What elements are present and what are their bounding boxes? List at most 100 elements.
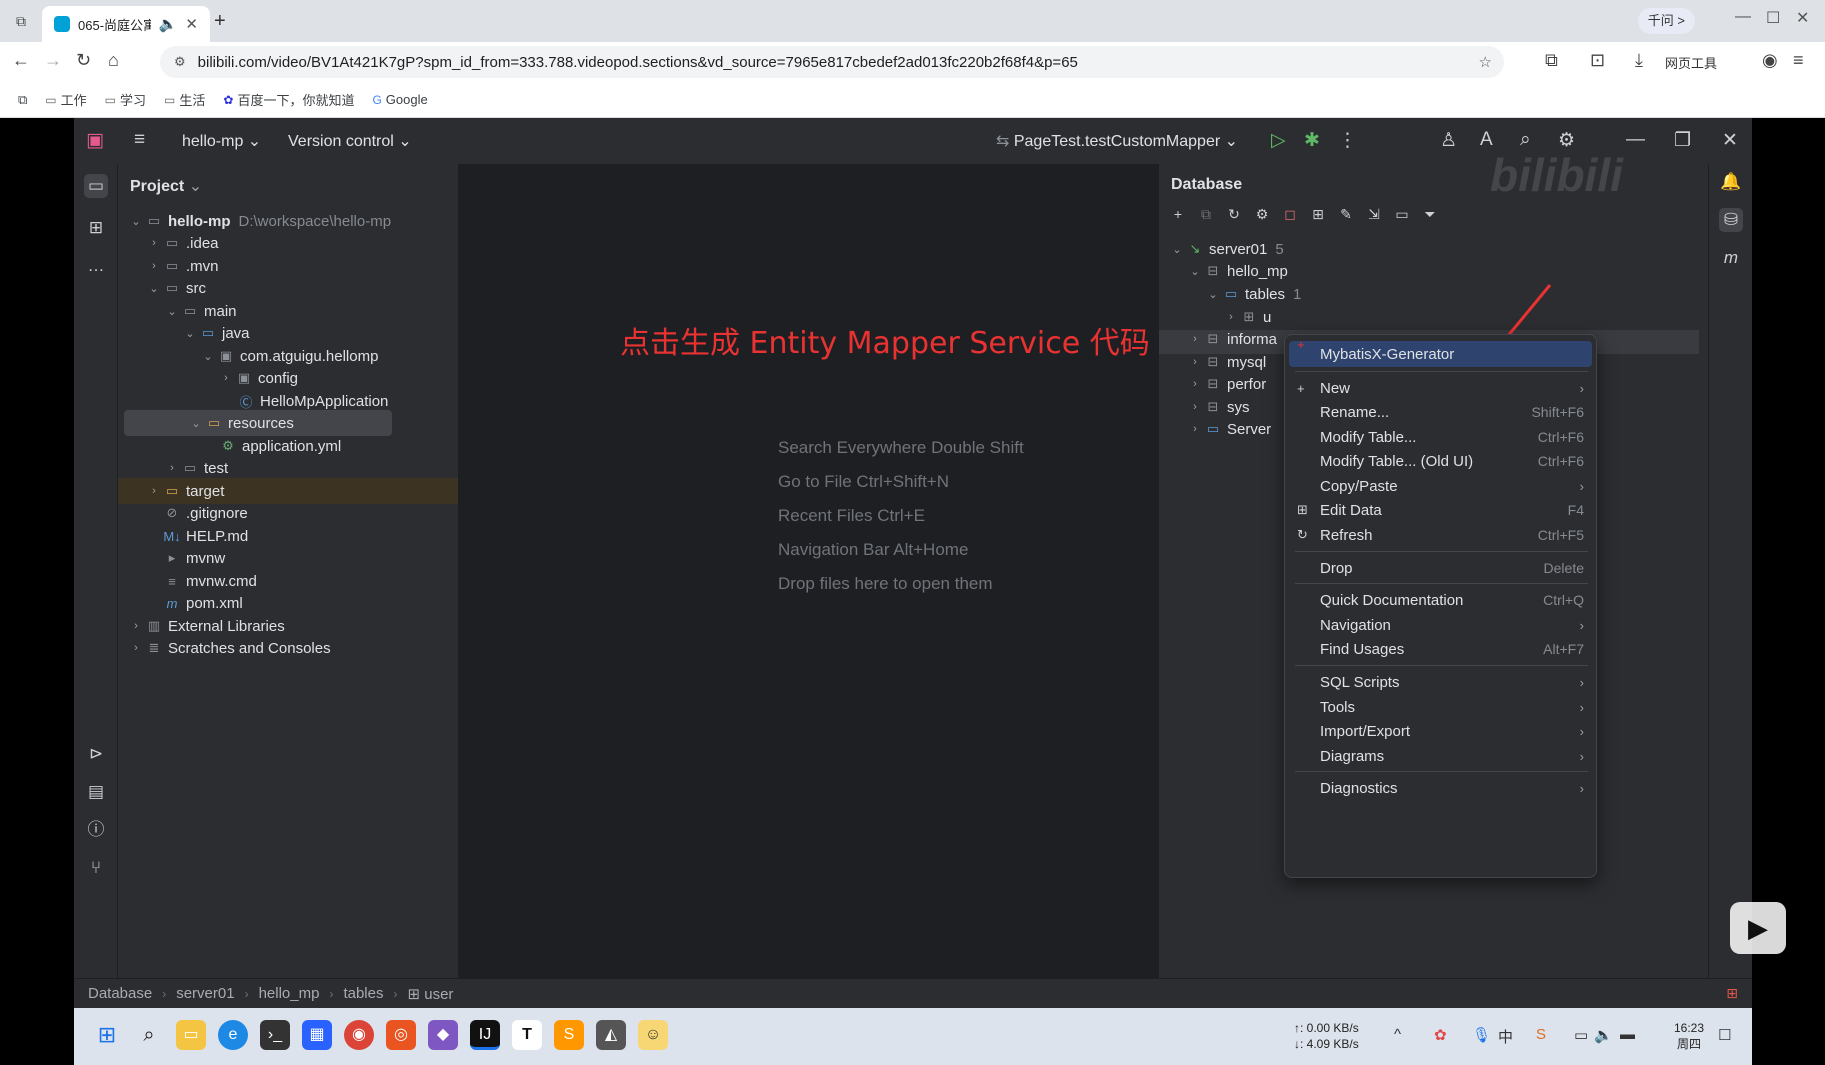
project-tool-icon[interactable]: ▭ bbox=[84, 174, 108, 198]
screenshot-icon[interactable]: ⊡ bbox=[1590, 50, 1605, 71]
bookmark-baidu[interactable]: ✿ 百度一下，你就知道 bbox=[223, 90, 354, 109]
edge-browser-icon[interactable]: e bbox=[218, 1020, 248, 1050]
notifications-bell-icon[interactable]: 🔔 bbox=[1719, 170, 1743, 194]
web-tools-menu[interactable]: 网页工具 bbox=[1665, 53, 1717, 72]
tree-item-scratches[interactable]: › ≣ Scratches and Consoles bbox=[118, 635, 458, 661]
jump-icon[interactable]: ⇲ bbox=[1365, 206, 1383, 223]
ubuntu-icon[interactable]: ◎ bbox=[386, 1020, 416, 1050]
filter-icon[interactable]: ⏷ bbox=[1421, 206, 1439, 223]
chevron-down-icon[interactable]: ⌄ bbox=[164, 305, 180, 318]
navicat-icon[interactable]: ◭ bbox=[596, 1020, 626, 1050]
chevron-down-icon[interactable]: ⌄ bbox=[1169, 243, 1185, 256]
structure-tool-icon[interactable]: ⊞ bbox=[84, 216, 108, 240]
tray-app-icon[interactable]: ✿ bbox=[1434, 1026, 1447, 1044]
menu-item-tools[interactable]: Tools › bbox=[1289, 694, 1592, 720]
more-tools-icon[interactable]: … bbox=[84, 254, 108, 278]
chevron-down-icon[interactable]: ⌄ bbox=[146, 282, 162, 295]
bookmark-star-icon[interactable]: ☆ bbox=[1479, 53, 1492, 71]
chevron-right-icon[interactable]: › bbox=[146, 260, 162, 272]
chevron-right-icon[interactable]: › bbox=[1187, 423, 1203, 435]
menu-item-find-usages[interactable]: Find Usages Alt+F7 bbox=[1289, 636, 1592, 662]
chevron-right-icon[interactable]: › bbox=[128, 642, 144, 654]
chevron-right-icon[interactable]: › bbox=[146, 237, 162, 249]
intellij-idea-icon[interactable]: IJ bbox=[470, 1020, 500, 1050]
ide-minimize-icon[interactable]: — bbox=[1626, 129, 1645, 151]
profile-icon[interactable]: ◉ bbox=[1762, 50, 1778, 71]
properties-icon[interactable]: ⚙ bbox=[1253, 206, 1271, 223]
reload-icon[interactable]: ↻ bbox=[76, 50, 91, 71]
debug-icon[interactable]: ✱ bbox=[1304, 129, 1320, 152]
typora-icon[interactable]: T bbox=[512, 1020, 542, 1050]
project-panel-title[interactable]: Project ⌄ bbox=[130, 176, 202, 196]
chevron-right-icon[interactable]: › bbox=[1187, 333, 1203, 345]
breadcrumb-item[interactable]: server01 bbox=[176, 985, 234, 1002]
copy-icon[interactable]: ⧉ bbox=[1197, 206, 1215, 223]
menu-item-modify-table-old-ui[interactable]: Modify Table... (Old UI) Ctrl+F6 bbox=[1289, 448, 1592, 474]
add-icon[interactable]: + bbox=[1169, 206, 1187, 223]
mute-icon[interactable]: 🔈 bbox=[159, 15, 178, 33]
chevron-right-icon[interactable]: › bbox=[218, 372, 234, 384]
git-tool-icon[interactable]: ⑂ bbox=[84, 856, 108, 880]
chevron-down-icon[interactable]: ⌄ bbox=[1187, 265, 1203, 278]
chrome-icon[interactable]: ◉ bbox=[344, 1020, 374, 1050]
main-menu-icon[interactable]: ≡ bbox=[134, 129, 145, 151]
tab-actions-icon[interactable]: ⧉ bbox=[10, 10, 32, 32]
chevron-right-icon[interactable]: › bbox=[1187, 401, 1203, 413]
store-icon[interactable]: ▦ bbox=[302, 1020, 332, 1050]
video-play-button-icon[interactable]: ▶ bbox=[1730, 902, 1786, 954]
close-window-icon[interactable]: ✕ bbox=[1796, 8, 1809, 28]
tabs-icon[interactable]: ⧉ bbox=[18, 92, 27, 108]
tray-expand-icon[interactable]: ^ bbox=[1394, 1026, 1401, 1043]
close-tab-icon[interactable]: ✕ bbox=[185, 15, 198, 33]
chevron-right-icon[interactable]: › bbox=[1187, 356, 1203, 368]
bookmark-folder[interactable]: ▭ 工作 bbox=[45, 90, 86, 109]
bookmark-google[interactable]: G Google bbox=[372, 92, 427, 107]
ide-close-icon[interactable]: ✕ bbox=[1722, 129, 1738, 152]
menu-icon[interactable]: ≡ bbox=[1793, 50, 1804, 71]
edit-icon[interactable]: ✎ bbox=[1337, 206, 1355, 223]
breadcrumb-item[interactable]: tables bbox=[343, 985, 383, 1002]
minimize-icon[interactable]: — bbox=[1735, 8, 1751, 26]
project-selector[interactable]: hello-mp ⌄ bbox=[182, 131, 261, 151]
code-with-me-icon[interactable]: ♙ bbox=[1440, 129, 1457, 152]
menu-item-mybatisx-generator[interactable]: + MybatisX-Generator bbox=[1289, 337, 1592, 367]
terminal-icon[interactable]: ›_ bbox=[260, 1020, 290, 1050]
extensions-icon[interactable]: ⧉ bbox=[1545, 50, 1558, 71]
run-icon[interactable]: ▷ bbox=[1271, 129, 1286, 152]
maximize-icon[interactable]: ☐ bbox=[1766, 8, 1780, 28]
browser-tab[interactable]: 065-尚庭公寓 🔈 ✕ bbox=[42, 6, 210, 42]
qianwen-button[interactable]: 千问 > bbox=[1637, 8, 1695, 34]
database-tool-icon[interactable]: ⛁ bbox=[1719, 208, 1743, 232]
notification-center-icon[interactable]: ☐ bbox=[1718, 1026, 1731, 1044]
mybatis-tool-icon[interactable]: m bbox=[1719, 246, 1743, 270]
breadcrumb-item[interactable]: ⊞ user bbox=[407, 985, 453, 1003]
chevron-down-icon[interactable]: ⌄ bbox=[182, 327, 198, 340]
menu-item-diagrams[interactable]: Diagrams › bbox=[1289, 743, 1592, 769]
volume-icon[interactable]: 🔈 bbox=[1594, 1026, 1613, 1044]
chevron-right-icon[interactable]: › bbox=[164, 462, 180, 474]
services-tool-icon[interactable]: ⊳ bbox=[84, 742, 108, 766]
home-icon[interactable]: ⌂ bbox=[108, 50, 119, 71]
chevron-right-icon[interactable]: › bbox=[1223, 311, 1239, 323]
forward-icon[interactable]: → bbox=[44, 50, 62, 71]
menu-item-sql-scripts[interactable]: SQL Scripts › bbox=[1289, 669, 1592, 695]
clock[interactable]: 16:23 周四 bbox=[1674, 1020, 1704, 1052]
microphone-icon[interactable]: 🎙 bbox=[1472, 1026, 1491, 1044]
bookmark-folder[interactable]: ▭ 学习 bbox=[105, 90, 146, 109]
battery-icon[interactable]: ▬ bbox=[1620, 1026, 1635, 1043]
terminal-tool-icon[interactable]: ▤ bbox=[84, 780, 108, 804]
console-icon[interactable]: ▭ bbox=[1393, 206, 1411, 223]
chevron-down-icon[interactable]: ⌄ bbox=[128, 215, 144, 228]
menu-item-new[interactable]: + New › bbox=[1289, 375, 1592, 401]
problems-tool-icon[interactable]: ⓘ bbox=[84, 818, 108, 842]
cat-app-icon[interactable]: ☺ bbox=[638, 1020, 668, 1050]
menu-item-navigation[interactable]: Navigation › bbox=[1289, 612, 1592, 638]
input-method-icon[interactable]: 中 bbox=[1498, 1026, 1513, 1047]
chevron-down-icon[interactable]: ⌄ bbox=[1205, 288, 1221, 301]
disconnect-icon[interactable]: ◻ bbox=[1281, 206, 1299, 223]
chevron-right-icon[interactable]: › bbox=[128, 620, 144, 632]
site-info-icon[interactable]: ⚙ bbox=[174, 54, 186, 70]
sublime-text-icon[interactable]: S bbox=[554, 1020, 584, 1050]
download-icon[interactable]: ⤓ bbox=[1635, 50, 1643, 71]
menu-item-edit-data[interactable]: ⊞ Edit Data F4 bbox=[1289, 497, 1592, 523]
